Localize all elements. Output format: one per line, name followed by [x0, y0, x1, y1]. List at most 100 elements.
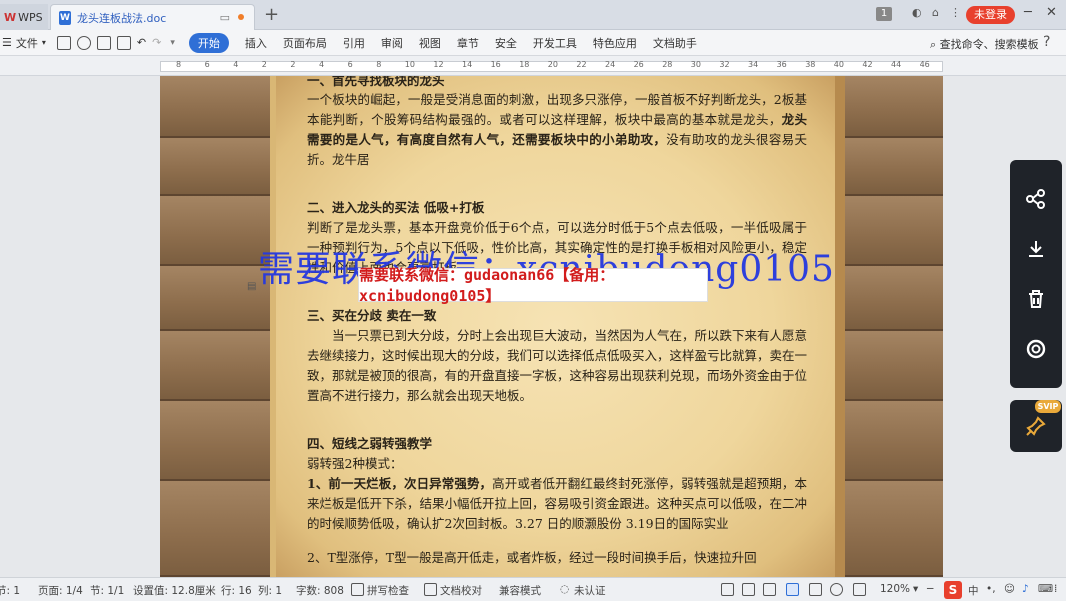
skin-icon[interactable]: ◐ [912, 6, 922, 19]
shirt-icon[interactable]: ⌂ [932, 6, 939, 19]
floating-toolbar [1010, 160, 1062, 388]
read-mode-icon[interactable] [763, 583, 776, 596]
ruler-number: 42 [862, 60, 873, 69]
new-tab-button[interactable]: + [264, 4, 279, 25]
status-page[interactable]: 页面: 1/4 [38, 583, 83, 598]
ruler-number: 34 [748, 60, 759, 69]
download-icon[interactable] [1023, 236, 1049, 262]
horizontal-ruler[interactable]: 8 6 4 2 2 4 6 8 10 12 14 16 18 20 22 24 26 28 30 32 34 36 38 40… [0, 56, 1066, 76]
ruler-number: 44 [891, 60, 902, 69]
minimize-icon[interactable]: ─ [1024, 5, 1032, 20]
grid-icon[interactable]: ⁞ [1054, 583, 1057, 595]
file-menu[interactable]: ☰ 文件 ▾ [2, 35, 46, 51]
watermark-box: 需要联系微信：gudaonan66【备用：xcnibudong0105】 [358, 266, 708, 305]
ruler-number: 40 [833, 60, 844, 69]
page-view-icon[interactable] [786, 583, 799, 596]
menu-review[interactable]: 审阅 [381, 35, 403, 51]
menu-page-layout[interactable]: 页面布局 [283, 35, 327, 51]
redo-icon[interactable]: ↷ [152, 36, 161, 49]
section-heading-2: 二、进入龙头的买法 低吸+打板 [307, 200, 485, 215]
help-icon[interactable]: ? [1043, 34, 1050, 50]
ruler-number: 6 [204, 60, 210, 69]
outline-view-icon[interactable] [809, 583, 822, 596]
tab-document[interactable]: W 龙头连板战法.doc ▭ [50, 4, 255, 30]
microphone-icon[interactable]: ♪ [1022, 583, 1029, 595]
document-canvas[interactable]: 一、首先寻找板块的龙头 ▤ 一个板块的崛起，一般是受消息面的刺激，出现多只涨停，… [0, 76, 1066, 577]
close-icon[interactable]: ✕ [1046, 5, 1057, 20]
keyboard-icon[interactable]: ⌨ [1038, 583, 1053, 595]
share-icon[interactable] [1023, 186, 1049, 212]
ruler-number: 38 [805, 60, 816, 69]
ruler-number: 20 [547, 60, 558, 69]
write-mode-icon[interactable] [853, 583, 866, 596]
undo-icon[interactable]: ↶ [137, 36, 146, 49]
ruler-number: 36 [776, 60, 787, 69]
menu-references[interactable]: 引用 [343, 35, 365, 51]
status-cert[interactable]: 未认证 [574, 583, 606, 598]
status-row: 行: 16 [221, 585, 252, 597]
paragraph-4a: 弱转强2种模式： [307, 456, 403, 471]
print-preview-icon[interactable] [116, 35, 131, 50]
menu-view[interactable]: 视图 [419, 35, 441, 51]
ruler-number: 4 [233, 60, 239, 69]
web-view-icon[interactable] [830, 583, 843, 596]
menu-chapter[interactable]: 章节 [457, 35, 479, 51]
unsaved-dot-icon[interactable] [238, 14, 244, 20]
status-zoom[interactable]: 120% [880, 583, 910, 595]
status-section-label: 节: 1 [0, 585, 21, 597]
menu-insert[interactable]: 插入 [245, 35, 267, 51]
tab-wps-label: WPS [18, 10, 43, 24]
ruler-number: 16 [490, 60, 501, 69]
tab-wps-home[interactable]: W WPS [0, 4, 48, 30]
status-ime-mode[interactable]: 中 [968, 583, 979, 598]
login-button[interactable]: 未登录 [966, 6, 1015, 24]
save-icon[interactable] [56, 35, 71, 50]
target-icon[interactable] [1023, 336, 1049, 362]
ruler-number: 12 [433, 60, 444, 69]
document-page[interactable]: 一、首先寻找板块的龙头 ▤ 一个板块的崛起，一般是受消息面的刺激，出现多只涨停，… [160, 76, 943, 577]
qa-more-icon[interactable]: ▾ [170, 38, 175, 48]
menu-security[interactable]: 安全 [495, 35, 517, 51]
sogou-ime-icon[interactable]: S [944, 581, 962, 599]
status-word-count[interactable]: 字数: 808 [296, 583, 344, 598]
paragraph-4b: 1、前一天烂板，次日异常强势，高开或者低开翻红最终封死涨停，弱转强就是超预期，本… [307, 476, 808, 531]
zoom-out-icon[interactable]: ─ [927, 583, 933, 595]
ruler-number: 4 [319, 60, 325, 69]
delete-icon[interactable] [1023, 286, 1049, 312]
tab-document-title: 龙头连板战法.doc [77, 11, 167, 25]
ruler-number: 22 [576, 60, 587, 69]
zoom-dropdown-icon[interactable]: ▾ [913, 583, 918, 595]
focus-mode-icon[interactable] [742, 583, 755, 596]
search-command-label: 查找命令、搜索模板 [939, 38, 1039, 51]
file-menu-label: 文件 [15, 36, 38, 50]
hamburger-icon: ☰ [2, 36, 12, 49]
wps-logo-icon: W [4, 10, 17, 24]
tab-restore-icon[interactable]: ▭ [220, 11, 230, 24]
menu-doc-assistant[interactable]: 文档助手 [653, 35, 697, 51]
ruler-number: 14 [462, 60, 473, 69]
document-body[interactable]: 一个板块的崛起，一般是受消息面的刺激，出现多只涨停，一般首板不好判断龙头，2板基… [307, 90, 807, 568]
menu-features[interactable]: 特色应用 [593, 35, 637, 51]
more-icon[interactable]: ⋮ [950, 6, 961, 19]
menu-home[interactable]: 开始 [188, 32, 229, 53]
format-painter-icon[interactable] [76, 35, 91, 50]
ruler-number: 8 [376, 60, 382, 69]
ruler-number: 2 [261, 60, 267, 69]
search-command-box[interactable]: ⌕ 查找命令、搜索模板 [930, 36, 1039, 52]
punctuation-icon[interactable]: •, [986, 583, 996, 595]
quick-access-toolbar: ↶ ↷ ▾ [54, 35, 181, 50]
fit-width-icon[interactable] [721, 583, 734, 596]
ruler-number: 32 [719, 60, 730, 69]
status-doc-proof[interactable]: 文档校对 [440, 583, 482, 598]
status-spell-check[interactable]: 拼写检查 [367, 583, 409, 598]
proofread-icon [424, 583, 437, 596]
paragraph-anchor-icon: ▤ [247, 281, 257, 292]
emoji-icon[interactable]: ☺ [1004, 583, 1015, 595]
window-count-badge[interactable]: 1 [876, 7, 892, 21]
ruler-number: 10 [404, 60, 415, 69]
menu-developer[interactable]: 开发工具 [533, 35, 577, 51]
print-icon[interactable] [96, 35, 111, 50]
shield-icon: ◌ [560, 583, 570, 595]
status-bar: 节: 1 页面: 1/4 节: 1/1 设置值: 12.8厘米 行: 16 列:… [0, 577, 1066, 601]
ruler-number: 28 [662, 60, 673, 69]
